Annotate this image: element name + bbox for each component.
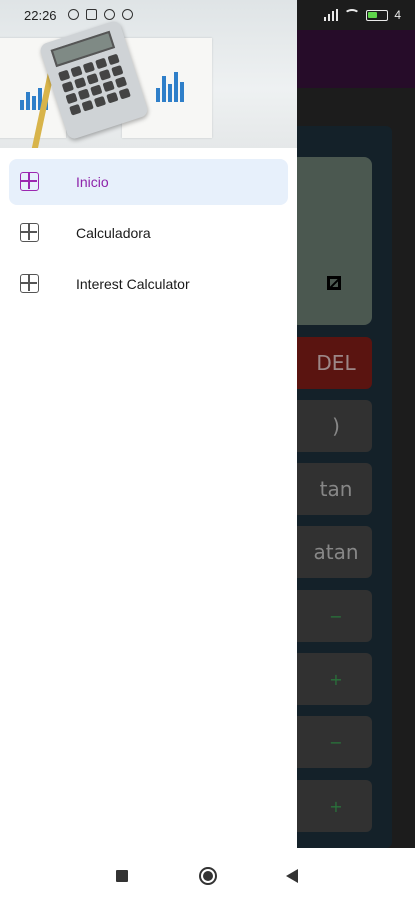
battery-charging-label: 4 xyxy=(394,8,401,22)
signal-icon xyxy=(324,9,339,21)
trash-notification-icon xyxy=(86,9,97,20)
navigation-drawer: 22:26 Inicio Calculadora Interest Calcul… xyxy=(0,0,297,848)
home-circle-icon[interactable] xyxy=(199,867,217,885)
menu-item-inicio[interactable]: Inicio xyxy=(9,159,288,205)
menu-item-label: Calculadora xyxy=(76,225,151,241)
status-time: 22:26 xyxy=(24,8,57,23)
back-triangle-icon[interactable] xyxy=(286,869,298,883)
calculator-grid-icon xyxy=(20,223,39,242)
notification-icon xyxy=(104,9,115,20)
calculator-grid-icon xyxy=(20,172,39,191)
status-bar-right: 4 xyxy=(297,0,415,30)
menu-item-label: Inicio xyxy=(76,174,109,190)
notification-icon-2 xyxy=(122,9,133,20)
menu-item-calculadora[interactable]: Calculadora xyxy=(9,210,288,256)
recents-square-icon[interactable] xyxy=(116,870,128,882)
system-nav-bar xyxy=(0,848,415,900)
menu-item-interest-calculator[interactable]: Interest Calculator xyxy=(9,261,288,307)
battery-icon xyxy=(366,9,389,21)
header-barchart-icon-2 xyxy=(156,72,184,102)
alarm-icon xyxy=(68,9,79,20)
calculator-grid-icon xyxy=(20,274,39,293)
menu-item-label: Interest Calculator xyxy=(76,276,190,292)
wifi-icon xyxy=(344,9,361,21)
drawer-header-image: 22:26 xyxy=(0,0,297,148)
